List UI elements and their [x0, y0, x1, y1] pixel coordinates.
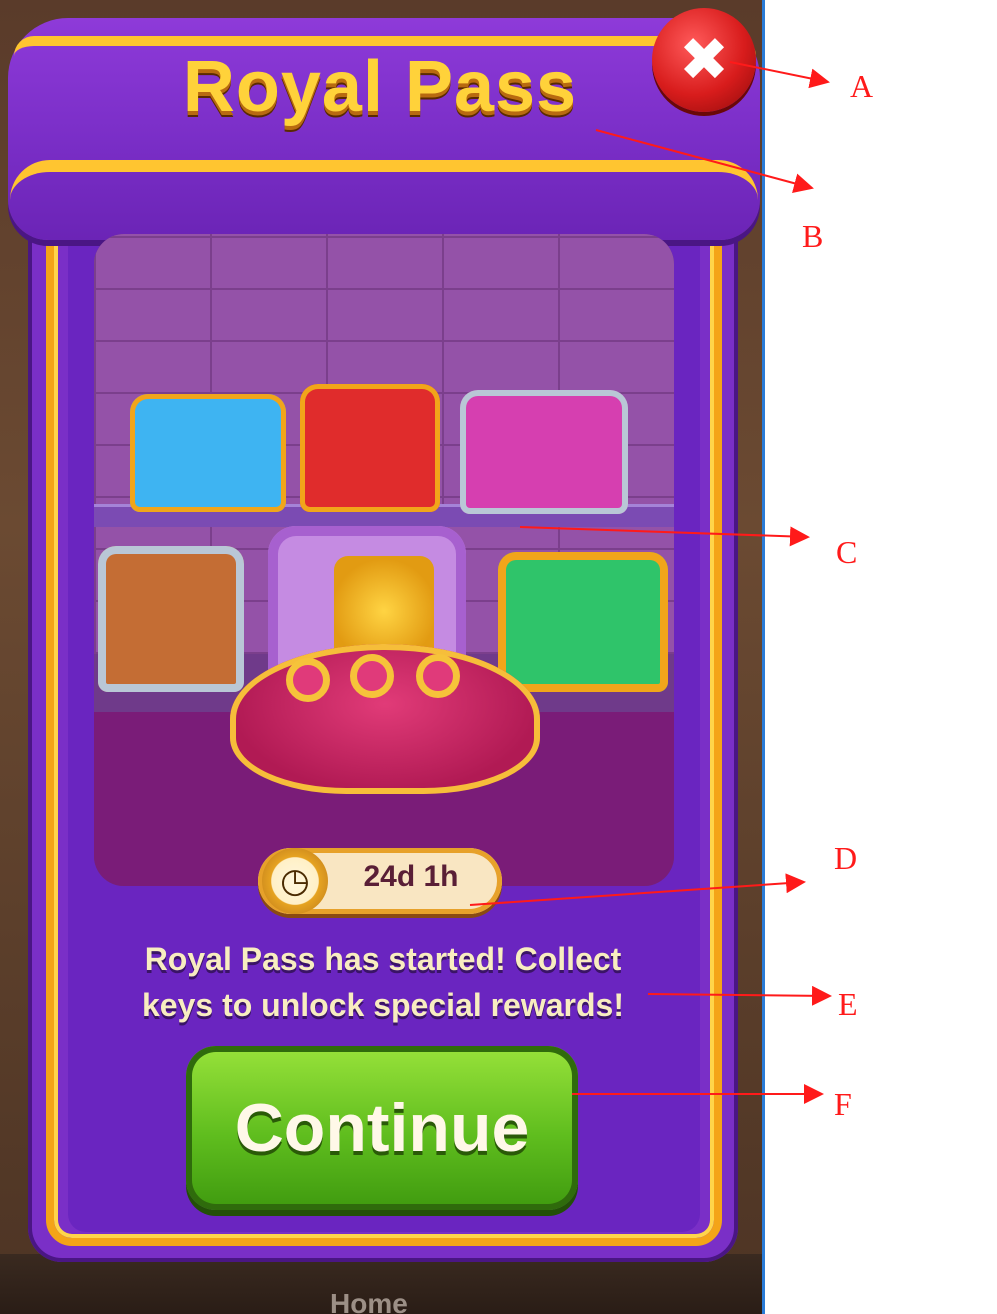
rewards-artwork	[94, 234, 674, 886]
close-button[interactable]: ✖	[652, 8, 756, 112]
bottom-nav-home-label[interactable]: Home	[330, 1288, 408, 1314]
annotation-label-b: B	[802, 218, 824, 254]
message-line: Royal Pass has started! Collect	[144, 941, 622, 977]
key-icon	[350, 654, 394, 698]
message-line: keys to unlock special rewards!	[142, 987, 624, 1023]
wooden-locked-chest-icon	[98, 546, 244, 692]
key-icon	[416, 654, 460, 698]
timer-text: 24d 1h	[363, 860, 459, 893]
pink-chest-icon	[460, 390, 628, 514]
red-crown-chest-icon	[300, 384, 440, 512]
clock-icon: ◷	[262, 848, 328, 914]
continue-button-label: Continue	[234, 1090, 530, 1166]
header-trim-bottom	[10, 160, 758, 220]
dialog-message: Royal Pass has started! Collect keys to …	[98, 936, 668, 1028]
key-icon	[286, 658, 330, 702]
green-clover-chest-icon	[498, 552, 668, 692]
annotation-label-e: E	[838, 986, 858, 1022]
dialog-title: Royal Pass	[182, 47, 578, 127]
blue-chest-icon	[130, 394, 286, 512]
bottom-nav-bar: Home	[0, 1254, 762, 1314]
annotation-label-f: F	[834, 1086, 852, 1122]
annotation-label-d: D	[834, 840, 858, 876]
annotation-label-c: C	[836, 534, 858, 570]
annotation-label-a: A	[850, 68, 874, 104]
continue-button[interactable]: Continue	[186, 1046, 578, 1210]
screen-edge-divider	[762, 0, 765, 1314]
close-icon: ✖	[678, 25, 730, 95]
